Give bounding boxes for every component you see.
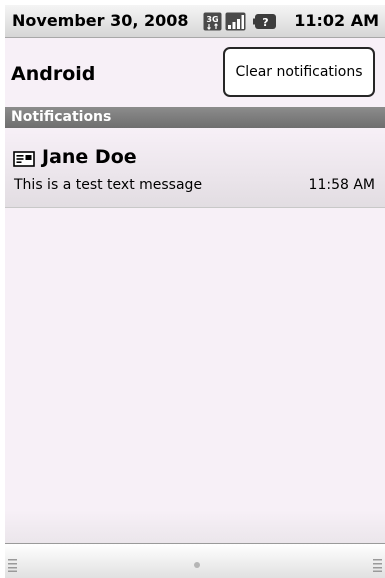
- notification-item[interactable]: Jane Doe This is a test text message 11:…: [5, 128, 385, 208]
- list-empty-area: [5, 510, 385, 543]
- battery-icon: ?: [253, 14, 276, 29]
- message-icon: [13, 151, 35, 167]
- notification-time: 11:58 AM: [308, 177, 375, 193]
- status-date: November 30, 2008: [12, 11, 189, 30]
- clear-notifications-button[interactable]: Clear notifications: [223, 47, 375, 97]
- signal-icon: [225, 12, 246, 31]
- notification-message: This is a test text message: [14, 177, 203, 193]
- drawer-close-handle[interactable]: [5, 543, 385, 578]
- notifications-section-header: Notifications: [5, 107, 385, 128]
- notification-sender: Jane Doe: [42, 146, 137, 168]
- grip-left-icon: [8, 559, 17, 572]
- grip-right-icon: [373, 559, 382, 572]
- app-title: Android: [11, 63, 96, 85]
- svg-text:3G: 3G: [206, 15, 218, 24]
- notification-window: November 30, 2008 3G ? 11:02 AM Android …: [5, 5, 385, 578]
- handle-dot: [194, 562, 200, 568]
- notifications-header: Android Clear notifications: [5, 38, 385, 104]
- svg-text:?: ?: [262, 16, 268, 29]
- 3g-icon: 3G: [203, 12, 222, 31]
- status-time: 11:02 AM: [294, 11, 379, 30]
- status-bar[interactable]: November 30, 2008 3G ? 11:02 AM: [5, 5, 385, 38]
